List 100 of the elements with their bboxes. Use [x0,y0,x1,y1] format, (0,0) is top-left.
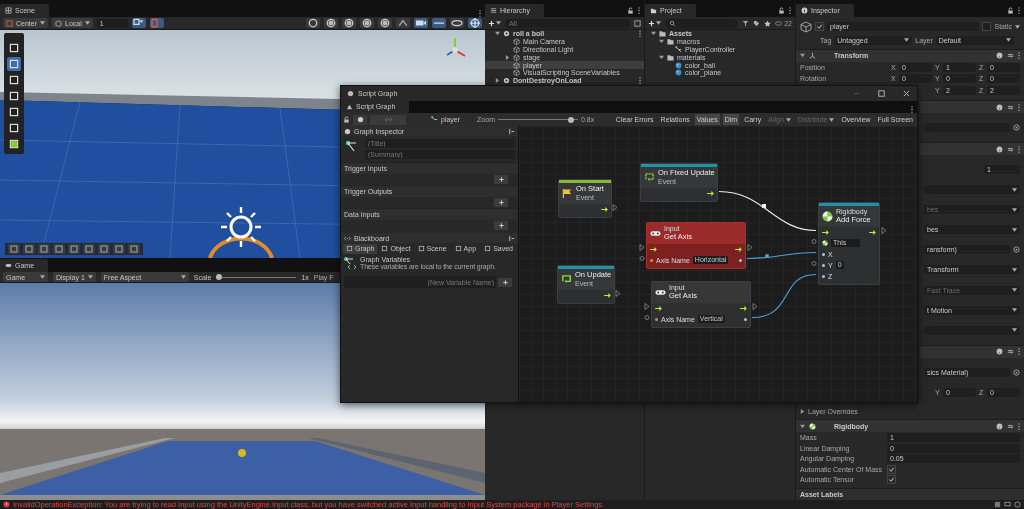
connection-line [751,273,817,319]
port-icon[interactable] [747,244,753,251]
lock-icon[interactable] [627,7,634,14]
add-button[interactable] [498,277,512,287]
sliders-icon[interactable] [1007,103,1014,111]
target-icon[interactable] [1013,368,1020,376]
tool-icon[interactable] [7,41,21,55]
expand-arrow-icon[interactable] [505,54,510,60]
target-icon[interactable] [1013,246,1020,254]
add-button[interactable] [494,221,508,230]
caret-icon [1012,187,1017,192]
sliders-icon[interactable] [1007,145,1014,153]
tool-icon[interactable] [7,137,21,151]
zoom-slider[interactable] [498,115,578,124]
checkbox[interactable] [887,475,896,485]
monitor-icon[interactable] [1004,501,1011,508]
port-icon[interactable] [752,303,758,310]
connection-handle[interactable] [762,204,766,208]
flow-arrow-icon[interactable] [740,305,747,311]
camera-icon[interactable] [414,18,428,28]
expand-arrow-icon[interactable] [659,54,664,60]
slider-thumb[interactable] [216,274,223,280]
star-icon[interactable] [764,19,772,27]
lock-icon[interactable] [778,7,785,14]
help-icon[interactable] [996,422,1003,430]
sliders-icon[interactable] [1007,422,1014,430]
expand-arrow-icon[interactable] [495,31,500,37]
maximize-icon[interactable] [877,89,886,98]
search-field[interactable] [665,18,739,28]
component-header[interactable] [920,100,1024,114]
caret-icon [829,117,835,122]
port-dot[interactable] [744,317,747,321]
add-button[interactable] [494,175,508,184]
pin-icon[interactable] [508,234,515,242]
expand-arrow-icon[interactable] [800,423,805,429]
flow-arrow-icon[interactable] [822,229,829,235]
port-dot[interactable] [650,258,653,262]
flow-arrow-icon[interactable] [869,229,876,235]
filter-icon[interactable] [742,19,750,27]
gizmo-icon[interactable] [468,18,482,28]
increment-snap-icon[interactable] [149,18,164,28]
port-icon[interactable] [615,290,621,297]
caret-icon [40,275,45,279]
component-header[interactable] [920,142,1024,156]
port-dot[interactable] [822,252,825,256]
component-header[interactable] [920,344,1024,358]
static-checkbox[interactable] [982,22,992,32]
scale-slider[interactable] [216,273,297,281]
variables-icon [344,234,351,242]
port-icon[interactable] [811,239,817,244]
target-icon[interactable] [1013,124,1020,132]
expand-arrow-icon[interactable] [800,409,805,415]
add-dropdown[interactable] [648,19,661,27]
connection-handle[interactable] [765,254,769,258]
add-button[interactable] [494,198,508,207]
help-icon[interactable] [996,103,1003,111]
help-icon[interactable] [996,348,1003,356]
flow-arrow-icon[interactable] [604,292,611,298]
caret-icon [656,21,661,25]
caret-icon[interactable] [1015,24,1020,29]
tool-icon[interactable] [7,89,21,103]
expand-arrow-icon[interactable] [651,31,656,37]
help-icon[interactable] [996,145,1003,153]
rigidbody-icon [822,240,828,247]
close-icon[interactable] [902,89,911,98]
tool-icon[interactable] [7,121,21,135]
port-dot[interactable] [655,317,658,321]
tool-icon[interactable] [7,73,21,87]
flow-arrow-icon[interactable] [735,246,742,252]
tool-icon[interactable] [7,105,21,119]
sliders-icon[interactable] [1007,348,1014,356]
port-icon[interactable] [811,261,817,266]
flow-arrow-icon[interactable] [650,246,657,252]
grid-snap-icon[interactable] [131,18,146,28]
add-dropdown[interactable] [488,19,501,27]
port-dot[interactable] [822,263,825,267]
active-checkbox[interactable] [815,22,824,32]
slider-thumb[interactable] [568,116,575,123]
eye-icon[interactable] [450,18,464,28]
lock-icon[interactable] [1007,7,1014,14]
tag-icon[interactable] [753,19,761,27]
flow-arrow-icon[interactable] [707,190,714,196]
caret-icon [40,21,45,25]
expand-arrow-icon[interactable] [659,39,664,45]
lock-icon[interactable] [343,116,350,123]
pin-icon[interactable] [508,127,515,135]
expand-arrow-icon[interactable] [800,53,805,59]
port-icon[interactable] [881,227,887,234]
port-dot[interactable] [739,258,742,262]
graph-inspector-toggle[interactable] [353,114,367,125]
help-icon[interactable] [996,52,1003,60]
port-dot[interactable] [822,274,825,278]
checkbox[interactable] [887,464,896,474]
window-icon[interactable] [634,19,641,27]
flow-arrow-icon[interactable] [601,206,608,212]
blackboard-toggle[interactable] [370,114,406,125]
sliders-icon[interactable] [1007,52,1014,60]
expand-arrow-icon[interactable] [495,78,500,84]
flow-arrow-icon[interactable] [655,305,662,311]
port-icon[interactable] [612,204,618,211]
